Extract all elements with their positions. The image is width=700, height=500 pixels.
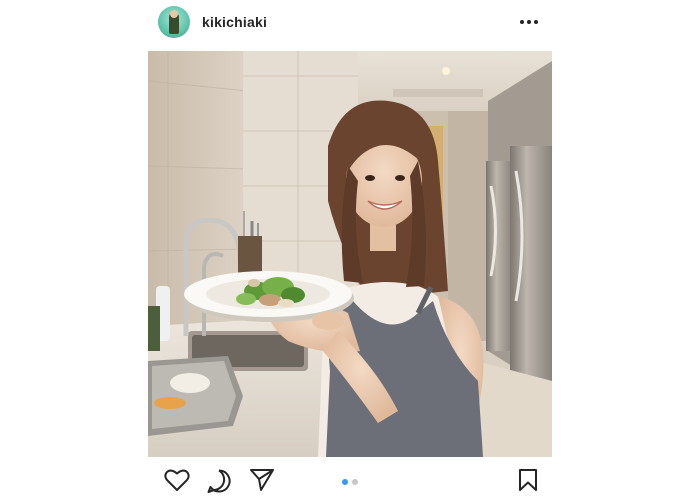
post-photo[interactable] bbox=[148, 51, 552, 457]
username-link[interactable]: kikichiaki bbox=[202, 14, 267, 30]
post-header: kikichiaki bbox=[148, 4, 552, 40]
carousel-indicator bbox=[342, 479, 358, 485]
avatar[interactable] bbox=[158, 6, 190, 38]
carousel-dot bbox=[352, 479, 358, 485]
bookmark-icon[interactable] bbox=[518, 468, 538, 497]
heart-icon[interactable] bbox=[164, 468, 190, 497]
carousel-dot-active bbox=[342, 479, 348, 485]
more-options-icon[interactable] bbox=[520, 20, 538, 24]
comment-icon[interactable] bbox=[206, 468, 232, 499]
send-icon[interactable] bbox=[249, 468, 275, 497]
post-actions-bar bbox=[148, 462, 552, 498]
